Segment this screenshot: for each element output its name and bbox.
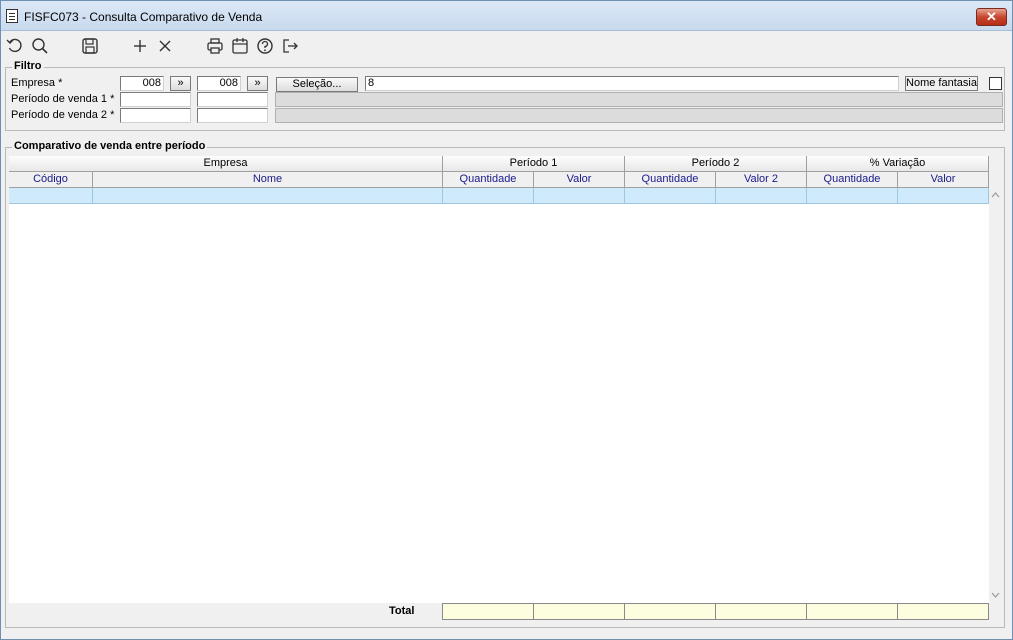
plus-icon[interactable] — [130, 36, 150, 56]
periodo1-to-field[interactable] — [197, 92, 268, 107]
document-icon — [6, 9, 18, 23]
help-icon[interactable] — [255, 36, 275, 56]
table-row[interactable] — [9, 188, 989, 204]
column-quantidade-p1[interactable]: Quantidade — [443, 172, 534, 188]
periodo2-display — [275, 108, 1003, 123]
column-valor2-p2[interactable]: Valor 2 — [716, 172, 807, 188]
cell-codigo[interactable] — [9, 188, 93, 203]
column-valor-var[interactable]: Valor — [898, 172, 989, 188]
column-valor-p1[interactable]: Valor — [534, 172, 625, 188]
cell-quantidade-var[interactable] — [807, 188, 898, 203]
total-valor-var — [897, 603, 989, 620]
toolbar — [1, 32, 1012, 60]
column-quantidade-p2[interactable]: Quantidade — [625, 172, 716, 188]
total-quantidade-p2 — [624, 603, 716, 620]
cell-valor2-p2[interactable] — [716, 188, 807, 203]
window-title: FISFC073 - Consulta Comparativo de Venda — [24, 10, 263, 24]
undo-icon[interactable] — [5, 36, 25, 56]
close-icon[interactable] — [155, 36, 175, 56]
empresa-more-button[interactable]: » — [170, 76, 191, 91]
save-icon[interactable] — [80, 36, 100, 56]
header-group-empresa: Empresa — [9, 156, 443, 172]
search-icon[interactable] — [30, 36, 50, 56]
empresa-label: Empresa * — [11, 77, 63, 89]
periodo2-to-field[interactable] — [197, 108, 268, 123]
periodo1-label: Período de venda 1 * — [11, 93, 115, 105]
selecao-button[interactable]: Seleção... — [276, 77, 358, 92]
cell-valor-var[interactable] — [898, 188, 989, 203]
periodo2-label: Período de venda 2 * — [11, 109, 115, 121]
column-codigo[interactable]: Código — [9, 172, 93, 188]
total-label: Total — [389, 605, 415, 617]
cell-valor-p1[interactable] — [534, 188, 625, 203]
nome-fantasia-label: Nome fantasia — [905, 76, 978, 91]
title-bar: FISFC073 - Consulta Comparativo de Venda… — [1, 1, 1012, 31]
cell-quantidade-p2[interactable] — [625, 188, 716, 203]
total-quantidade-var — [806, 603, 898, 620]
column-nome[interactable]: Nome — [93, 172, 443, 188]
grid-body[interactable] — [9, 188, 989, 603]
scroll-up-icon[interactable] — [991, 191, 1000, 199]
total-valor-p1 — [533, 603, 625, 620]
header-group-variacao: % Variação — [807, 156, 989, 172]
selecao-field[interactable]: 8 — [365, 76, 899, 91]
header-group-periodo2: Período 2 — [625, 156, 807, 172]
periodo1-display — [275, 92, 1003, 107]
window-close-button[interactable]: ✕ — [976, 8, 1007, 26]
empresa-to-field[interactable]: 008 — [197, 76, 241, 91]
cell-nome[interactable] — [93, 188, 443, 203]
calendar-icon[interactable] — [230, 36, 250, 56]
vertical-scrollbar[interactable] — [989, 188, 1002, 603]
comparativo-legend: Comparativo de venda entre período — [12, 140, 208, 152]
header-group-periodo1: Período 1 — [443, 156, 625, 172]
periodo1-from-field[interactable] — [120, 92, 191, 107]
column-quantidade-var[interactable]: Quantidade — [807, 172, 898, 188]
filter-legend: Filtro — [12, 60, 44, 72]
scroll-down-icon[interactable] — [991, 591, 1000, 599]
empresa-to-more-button[interactable]: » — [247, 76, 268, 91]
main-window: FISFC073 - Consulta Comparativo de Venda… — [0, 0, 1013, 640]
print-icon[interactable] — [205, 36, 225, 56]
nome-fantasia-checkbox[interactable] — [989, 77, 1002, 90]
cell-quantidade-p1[interactable] — [443, 188, 534, 203]
exit-icon[interactable] — [280, 36, 300, 56]
total-valor2-p2 — [715, 603, 807, 620]
empresa-from-field[interactable]: 008 — [120, 76, 164, 91]
periodo2-from-field[interactable] — [120, 108, 191, 123]
total-quantidade-p1 — [442, 603, 534, 620]
